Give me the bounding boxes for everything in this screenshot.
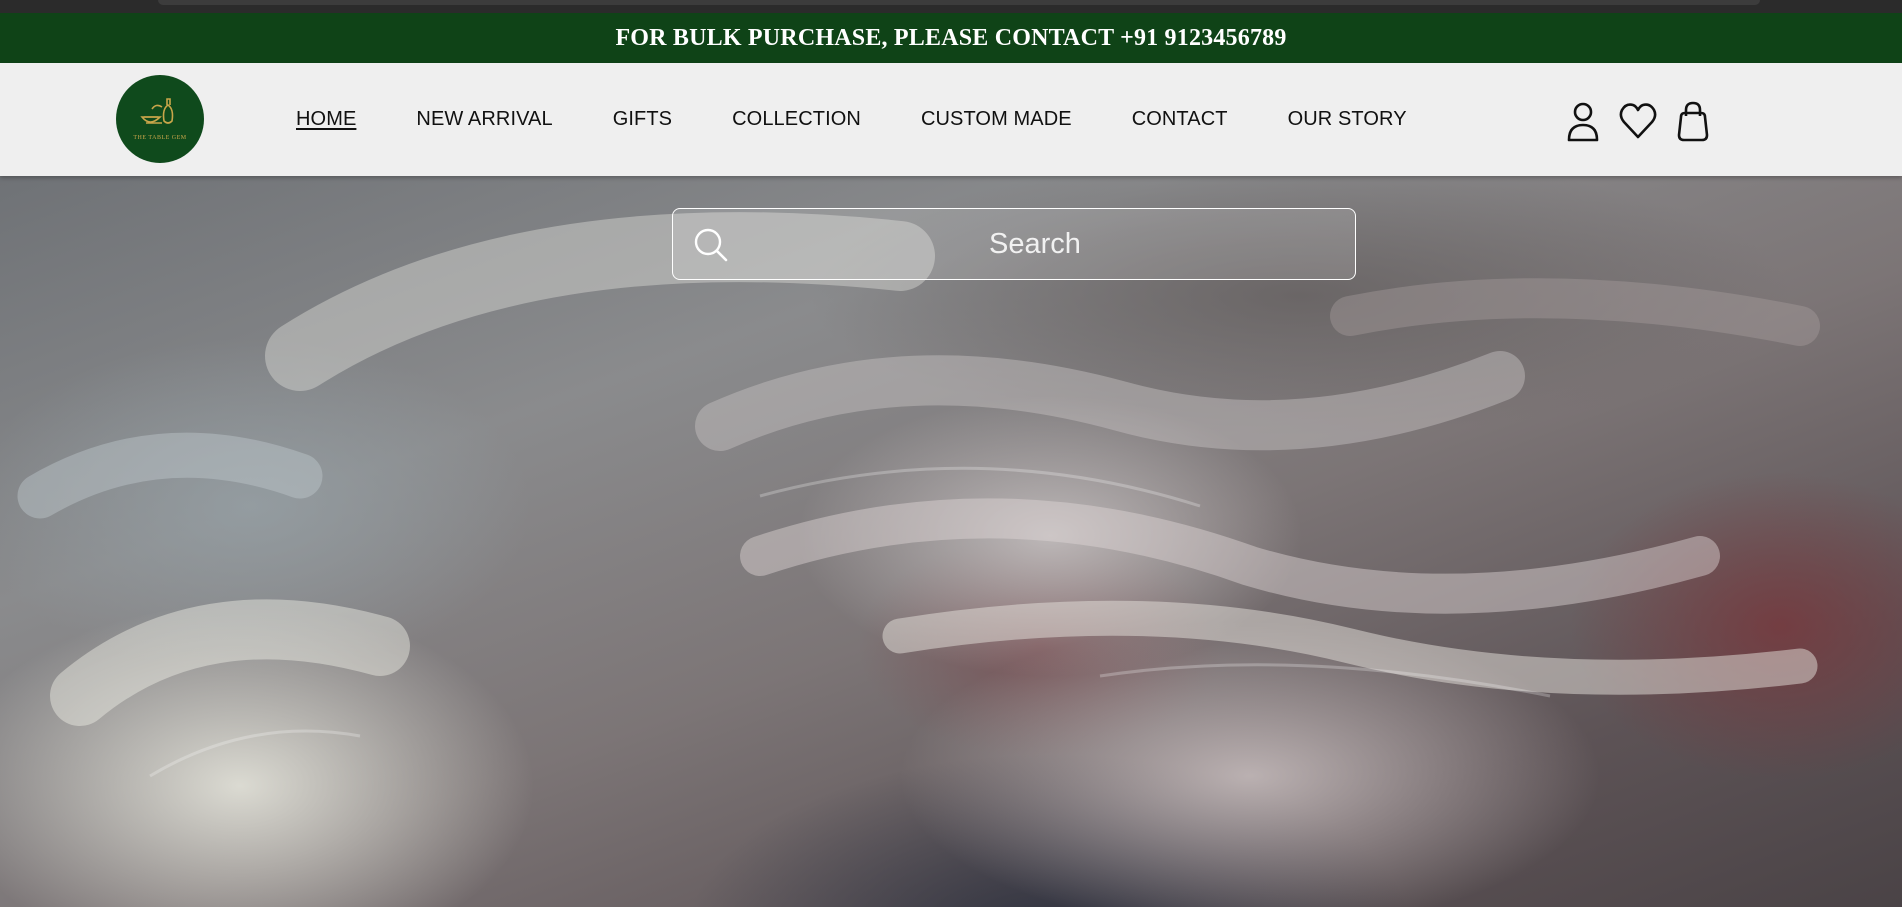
nav-contact[interactable]: CONTACT <box>1132 108 1228 131</box>
promo-text: FOR BULK PURCHASE, PLEASE CONTACT +91 91… <box>615 24 1287 51</box>
nav-collection[interactable]: COLLECTION <box>732 108 861 131</box>
main-nav: HOME NEW ARRIVAL GIFTS COLLECTION CUSTOM… <box>296 63 1407 176</box>
hero-background-image <box>17 212 1820 778</box>
search-input[interactable] <box>733 209 1337 280</box>
nav-gifts[interactable]: GIFTS <box>613 108 672 131</box>
browser-address-bar-edge <box>158 0 1760 5</box>
logo-text: THE TABLE GEM <box>133 135 187 141</box>
hero-video <box>0 176 1902 907</box>
nav-new-arrival[interactable]: NEW ARRIVAL <box>416 108 552 131</box>
promo-banner: FOR BULK PURCHASE, PLEASE CONTACT +91 91… <box>0 13 1902 63</box>
nav-custom-made[interactable]: CUSTOM MADE <box>921 108 1072 131</box>
browser-top-strip <box>0 0 1902 13</box>
logo[interactable]: THE TABLE GEM <box>116 75 204 163</box>
nav-our-story[interactable]: OUR STORY <box>1288 108 1407 131</box>
header-actions <box>1563 99 1713 143</box>
search-bar[interactable] <box>672 208 1356 280</box>
nav-home[interactable]: HOME <box>296 108 356 131</box>
user-icon[interactable] <box>1563 99 1603 143</box>
logo-emblem-icon <box>140 98 174 124</box>
heart-icon[interactable] <box>1618 99 1658 143</box>
search-icon <box>694 228 728 262</box>
site-header: THE TABLE GEM HOME NEW ARRIVAL GIFTS COL… <box>0 63 1902 176</box>
shopping-bag-icon[interactable] <box>1673 99 1713 143</box>
